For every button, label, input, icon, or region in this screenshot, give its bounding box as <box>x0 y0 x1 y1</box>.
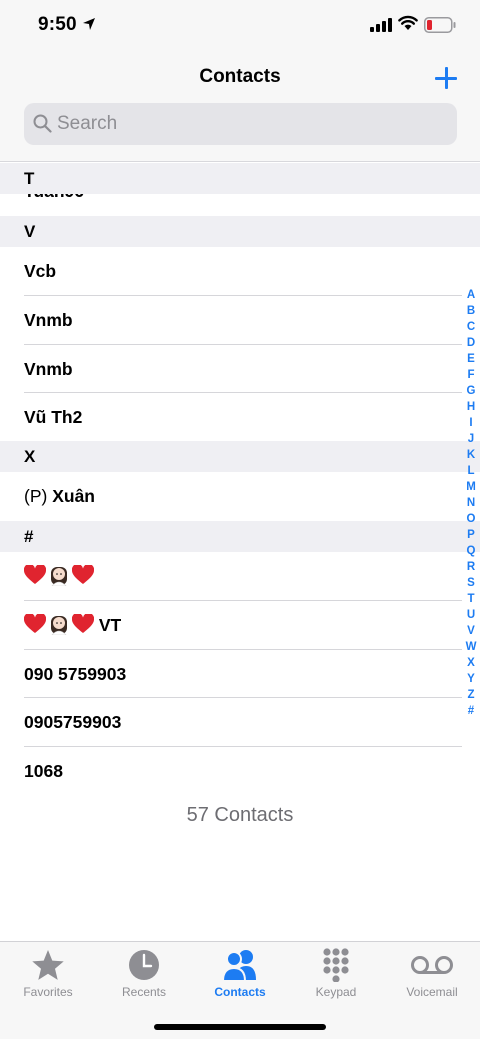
index-letter[interactable]: R <box>462 559 480 575</box>
index-letter[interactable]: I <box>462 415 480 431</box>
index-letter[interactable]: U <box>462 607 480 623</box>
list-item[interactable]: 1068 <box>0 747 480 795</box>
search-icon <box>33 114 52 133</box>
index-letter[interactable]: K <box>462 447 480 463</box>
location-arrow-icon <box>83 18 95 30</box>
index-letter[interactable]: T <box>462 591 480 607</box>
list-item[interactable]: 0905759903 <box>0 698 480 746</box>
index-letter[interactable]: E <box>462 351 480 367</box>
index-letter[interactable]: Q <box>462 543 480 559</box>
contact-name: (P) Xuân <box>24 472 95 520</box>
index-letter[interactable]: G <box>462 383 480 399</box>
contact-name: 0905759903 <box>24 712 122 732</box>
tab-keypad[interactable]: Keypad <box>288 942 384 1002</box>
tab-voicemail[interactable]: Voicemail <box>384 942 480 1002</box>
search-input[interactable] <box>57 103 447 145</box>
index-letter[interactable]: A <box>462 287 480 303</box>
tab-label: Keypad <box>315 985 357 999</box>
red-heart-icon <box>72 614 94 633</box>
contact-name: Vnmb <box>24 359 73 379</box>
list-item[interactable]: Vcb <box>0 247 480 295</box>
contacts-list[interactable]: Tuan96 T V Vcb Vnmb Vnmb Vũ Th2 X (P) Xu… <box>0 163 480 941</box>
status-bar: 9:50 <box>0 0 480 52</box>
section-header-hash: # <box>0 521 480 552</box>
tab-recents[interactable]: Recents <box>96 942 192 1002</box>
index-letter[interactable]: J <box>462 431 480 447</box>
contact-name: 090 5759903 <box>24 664 127 684</box>
index-letter[interactable]: X <box>462 655 480 671</box>
clock-icon <box>129 950 159 980</box>
keypad-icon <box>323 948 349 982</box>
contact-name-text: Xuân <box>52 486 95 506</box>
tab-favorites[interactable]: Favorites <box>0 942 96 1002</box>
index-letter[interactable]: D <box>462 335 480 351</box>
battery-low-icon <box>424 17 456 33</box>
index-letter[interactable]: M <box>462 479 480 495</box>
navigation-bar: Contacts <box>0 52 480 162</box>
index-letter[interactable]: L <box>462 463 480 479</box>
status-time: 9:50 <box>38 14 77 35</box>
wifi-icon <box>398 15 418 30</box>
list-item[interactable]: (P) Xuân <box>0 472 480 520</box>
list-item[interactable]: Vnmb <box>0 345 480 393</box>
red-heart-icon <box>72 565 94 584</box>
index-letter[interactable]: # <box>462 703 480 719</box>
contact-name: Vcb <box>24 261 57 281</box>
list-item[interactable]: 090 5759903 <box>0 650 480 698</box>
index-letter[interactable]: Y <box>462 671 480 687</box>
list-item[interactable]: Vũ Th2 <box>0 393 480 441</box>
red-heart-icon <box>24 565 46 584</box>
index-letter[interactable]: V <box>462 623 480 639</box>
page-title: Contacts <box>199 66 281 87</box>
contact-name: VT <box>24 601 121 649</box>
contact-name: Vnmb <box>24 310 73 330</box>
voicemail-icon <box>411 956 453 974</box>
index-letter[interactable]: F <box>462 367 480 383</box>
tab-label: Recents <box>121 985 167 999</box>
section-header-v: V <box>0 216 480 247</box>
index-letter[interactable]: Z <box>462 687 480 703</box>
section-header-x: X <box>0 441 480 472</box>
contact-name: Vũ Th2 <box>24 407 83 427</box>
contact-name: 1068 <box>24 761 63 781</box>
add-contact-button[interactable] <box>430 62 462 94</box>
red-heart-icon <box>24 614 46 633</box>
index-letter[interactable]: P <box>462 527 480 543</box>
index-letter[interactable]: H <box>462 399 480 415</box>
tab-label: Favorites <box>23 985 73 999</box>
home-indicator[interactable] <box>154 1024 326 1030</box>
index-letter[interactable]: S <box>462 575 480 591</box>
list-item[interactable]: VT <box>0 601 480 649</box>
contact-name-text: VT <box>98 615 122 635</box>
section-index[interactable]: A B C D E F G H I J K L M N O P Q R S T U V W X Y Z # <box>462 287 480 719</box>
tab-contacts[interactable]: Contacts <box>192 942 288 1002</box>
tab-label: Contacts <box>214 985 266 999</box>
tab-label: Voicemail <box>406 985 458 999</box>
people-icon <box>221 950 256 982</box>
list-item[interactable] <box>0 552 480 600</box>
index-letter[interactable]: O <box>462 511 480 527</box>
search-bar[interactable] <box>24 103 457 145</box>
index-letter[interactable]: N <box>462 495 480 511</box>
index-letter[interactable]: C <box>462 319 480 335</box>
contact-count: 57 Contacts <box>186 804 294 826</box>
star-icon <box>32 950 64 980</box>
contact-prefix: (P) <box>24 486 48 506</box>
contact-name-emoji <box>24 552 94 600</box>
person-emoji-icon <box>51 567 67 586</box>
tab-bar: Favorites Recents Contacts Keypad Voicem… <box>0 941 480 1039</box>
cellular-signal-icon <box>370 18 392 32</box>
person-emoji-icon <box>51 616 67 635</box>
index-letter[interactable]: B <box>462 303 480 319</box>
index-letter[interactable]: W <box>462 639 480 655</box>
section-header-t: T <box>0 163 480 194</box>
list-item[interactable]: Vnmb <box>0 296 480 344</box>
